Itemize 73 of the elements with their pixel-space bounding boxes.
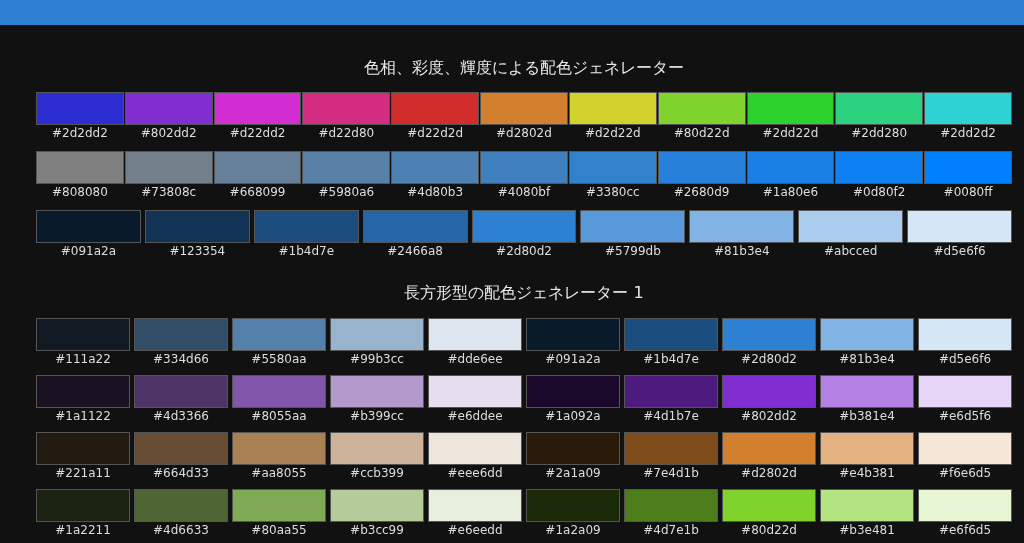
hex-label: #091a2a [545,351,601,367]
hex-label: #0080ff [943,184,993,200]
hex-label: #d22d2d [407,125,464,141]
hex-label: #3380cc [585,184,640,200]
hex-label: #123354 [169,243,226,259]
hex-label: #2a1a09 [545,465,601,481]
hex-label: #0d80f2 [853,184,906,200]
section-title: 長方形型の配色ジェネレーター 1 [404,282,644,304]
hex-label: #334d66 [153,351,209,367]
hex-label: #2d80d2 [496,243,552,259]
hex-label: #2680d9 [673,184,730,200]
hex-label: #1a1122 [55,408,111,424]
hex-label: #802dd2 [140,125,197,141]
hex-label: #4d7e1b [643,522,699,538]
hex-label: #4d80b3 [407,184,464,200]
hex-label: #1a80e6 [762,184,819,200]
hex-label: #808080 [51,184,108,200]
hex-label: #5580aa [251,351,307,367]
hex-label: #d5e6f6 [938,351,992,367]
hex-label: #73808c [141,184,197,200]
hex-label: #091a2a [60,243,117,259]
hex-label: #664d33 [153,465,209,481]
hex-label: #e6d5f6 [938,408,992,424]
hex-label: #dde6ee [447,351,503,367]
hex-label: #d2d22d [584,125,641,141]
hex-label: #b381e4 [839,408,895,424]
hex-label: #81b3e4 [714,243,770,259]
hex-label: #2d80d2 [741,351,797,367]
hex-label: #abcced [824,243,878,259]
hex-label: #668099 [229,184,286,200]
hex-label: #81b3e4 [839,351,895,367]
hex-label: #e4b381 [839,465,895,481]
hex-label: #b3cc99 [350,522,404,538]
hex-label: #2dd280 [851,125,908,141]
hex-label: #aa8055 [251,465,307,481]
hex-label: #5799db [605,243,661,259]
hex-label: #1a2211 [55,522,111,538]
hex-label: #eee6dd [447,465,503,481]
hex-label: #2dd2d2 [940,125,996,141]
hex-label: #80aa55 [251,522,307,538]
hex-label: #80d22d [673,125,730,141]
hex-label: #1b4d7e [643,351,699,367]
hex-label: #f6e6d5 [938,465,992,481]
hex-label: #802dd2 [741,408,797,424]
hex-label: #4d1b7e [643,408,699,424]
hex-label: #221a11 [55,465,111,481]
hex-label: #e6ddee [447,408,503,424]
hex-label: #5980a6 [318,184,375,200]
hex-label: #1a2a09 [545,522,601,538]
hex-label: #99b3cc [350,351,404,367]
hex-label: #8055aa [251,408,307,424]
hex-label: #111a22 [55,351,111,367]
hex-label: #1b4d7e [278,243,334,259]
hex-label: #d2802d [496,125,552,141]
hex-label: #e6f6d5 [938,522,992,538]
hex-label: #7e4d1b [643,465,699,481]
hex-label: #e6eedd [447,522,503,538]
hex-label: #b3e481 [839,522,895,538]
hex-label: #d22dd2 [229,125,286,141]
hex-label: #d2802d [741,465,797,481]
section-title: 色相、彩度、輝度による配色ジェネレーター [364,57,684,79]
hex-label: #1a092a [545,408,601,424]
hex-label: #80d22d [741,522,797,538]
hex-label: #4d3366 [153,408,209,424]
hex-label: #4080bf [497,184,551,200]
hex-label: #d22d80 [318,125,375,141]
hex-label: #4d6633 [153,522,209,538]
hex-label: #2466a8 [387,243,443,259]
hex-label: #d5e6f6 [933,243,986,259]
hex-label: #b399cc [350,408,404,424]
hex-label: #2dd22d [762,125,819,141]
hex-label: #ccb399 [350,465,404,481]
hex-label: #2d2dd2 [52,125,108,141]
